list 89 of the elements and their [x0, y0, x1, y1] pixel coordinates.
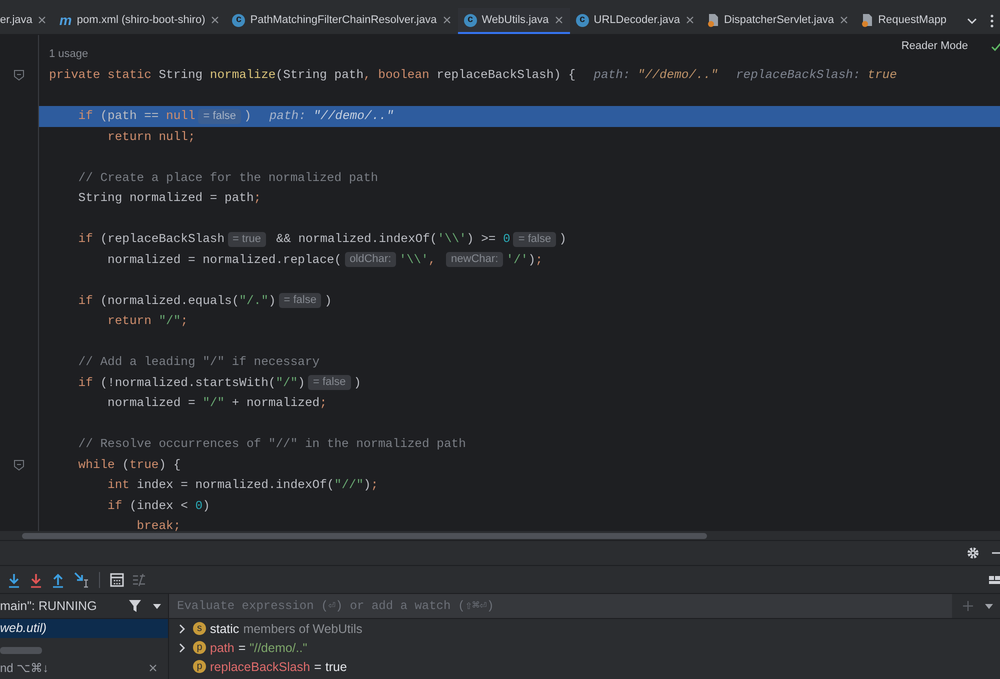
editor-tab[interactable]: RequestMapp	[855, 8, 953, 34]
check-icon	[990, 41, 1000, 53]
run-to-cursor-icon[interactable]	[73, 571, 89, 588]
code-text: while (true) {	[77, 458, 181, 472]
code-text: normalized = "/" + normalized;	[106, 396, 327, 410]
code-text: )	[559, 232, 566, 246]
editor-tab[interactable]: m pom.xml (shiro-boot-shiro)	[53, 8, 226, 34]
step-out-icon[interactable]	[51, 572, 65, 588]
class-icon: c	[464, 14, 477, 26]
close-icon[interactable]	[685, 15, 695, 25]
calculator-icon[interactable]	[110, 572, 124, 586]
close-icon[interactable]	[210, 15, 220, 25]
class-file-icon	[707, 13, 719, 27]
usage-count[interactable]: 1 usage	[49, 43, 88, 65]
class-icon: c	[232, 14, 246, 26]
class-icon: c	[576, 14, 589, 26]
code-text: if (path == null	[77, 109, 196, 124]
variable-badge: p	[193, 660, 206, 673]
code-text: '\\',	[399, 252, 437, 267]
variable-name[interactable]: path	[210, 640, 234, 654]
inline-value-hint: = false	[513, 232, 556, 247]
variable-name[interactable]: static	[210, 622, 240, 636]
parameter-hint: newChar:	[446, 252, 504, 268]
filter-icon[interactable]	[128, 599, 142, 613]
editor-tab[interactable]: er.java	[0, 8, 54, 34]
stack-frame[interactable]: web.util)	[0, 619, 168, 638]
code-text: )	[324, 294, 332, 308]
code-text: break;	[136, 519, 181, 534]
dropdown-icon[interactable]	[984, 601, 994, 611]
reader-mode-link[interactable]: Reader Mode	[901, 40, 968, 52]
code-text: normalized = normalized.replace(	[106, 252, 342, 267]
code-text: private static String normalize(String path, boolean replaceBackSlash) {	[49, 68, 576, 82]
close-icon[interactable]	[442, 15, 452, 25]
close-icon[interactable]	[148, 663, 158, 673]
code-text: String normalized = path;	[77, 191, 262, 206]
settings-icon[interactable]	[966, 546, 980, 560]
columns-icon[interactable]	[132, 572, 146, 586]
inline-value-hint: = false	[308, 375, 351, 390]
variable-badge: p	[193, 641, 206, 654]
code-text: return "/";	[106, 314, 188, 328]
inline-value-hint: = false	[198, 108, 242, 124]
variable-detail: members of WebUtils	[243, 622, 362, 636]
code-text: if (index < 0)	[106, 498, 210, 513]
horizontal-scrollbar[interactable]	[0, 646, 42, 654]
horizontal-scrollbar[interactable]	[22, 532, 707, 538]
close-icon[interactable]	[37, 15, 48, 25]
code-text: && normalized.indexOf('\\') >= 0	[275, 232, 510, 246]
code-text: // Create a place for the normalized path	[77, 170, 378, 185]
force-step-into-icon[interactable]	[29, 572, 43, 588]
code-text: if (!normalized.startsWith("/")	[77, 376, 306, 390]
debug-value: path: "//demo/.."	[269, 109, 394, 124]
step-into-icon[interactable]	[7, 572, 21, 588]
code-text: )	[354, 376, 362, 390]
operator-text: =	[238, 640, 246, 654]
debug-value: path: "//demo/.."	[594, 68, 718, 82]
variable-badge: s	[193, 622, 206, 635]
code-text: if (normalized.equals("/.")	[77, 294, 276, 308]
editor-tab[interactable]: c WebUtils.java	[458, 8, 570, 34]
evaluate-field[interactable]: Evaluate expression (⏎) or add a watch (⇧⌘⏎)	[169, 594, 952, 618]
inline-value-hint: = true	[228, 232, 266, 247]
class-file-icon	[861, 13, 874, 27]
close-icon[interactable]	[554, 15, 564, 25]
code-text: int index = normalized.indexOf("//");	[106, 478, 378, 492]
code-text: '/');	[506, 252, 543, 267]
editor-tab[interactable]: DispatcherServlet.java	[701, 8, 856, 34]
expand-chevron-icon[interactable]	[177, 642, 187, 652]
fold-icon[interactable]	[13, 458, 25, 471]
variable-name[interactable]: replaceBackSlash	[210, 660, 310, 674]
code-text: )	[244, 109, 252, 124]
dropdown-icon[interactable]	[152, 601, 162, 611]
editor-tab[interactable]: c PathMatchingFilterChainResolver.java	[226, 8, 458, 34]
debug-value: replaceBackSlash: true	[736, 68, 897, 82]
shortcut-hint: nd ⌥⌘↓	[0, 661, 49, 675]
fold-icon[interactable]	[13, 69, 25, 82]
operator-text: =	[314, 660, 322, 674]
code-text: if (replaceBackSlash	[77, 232, 225, 246]
parameter-hint: oldChar:	[344, 252, 396, 268]
close-icon[interactable]	[839, 15, 850, 25]
code-text: return null;	[106, 130, 196, 144]
code-text: // Add a leading "/" if necessary	[77, 355, 320, 370]
expand-chevron-icon[interactable]	[177, 624, 187, 634]
maven-icon: m	[59, 12, 72, 28]
variable-value: true	[325, 660, 347, 674]
thread-selector[interactable]: main": RUNNING	[0, 599, 118, 613]
code-text: // Resolve occurrences of "//" in the normalized path	[77, 437, 466, 452]
editor-tab[interactable]: c URLDecoder.java	[570, 8, 701, 34]
variable-value: "//demo/.."	[250, 640, 308, 654]
inline-value-hint: = false	[278, 293, 322, 308]
more-icon[interactable]	[990, 14, 994, 28]
